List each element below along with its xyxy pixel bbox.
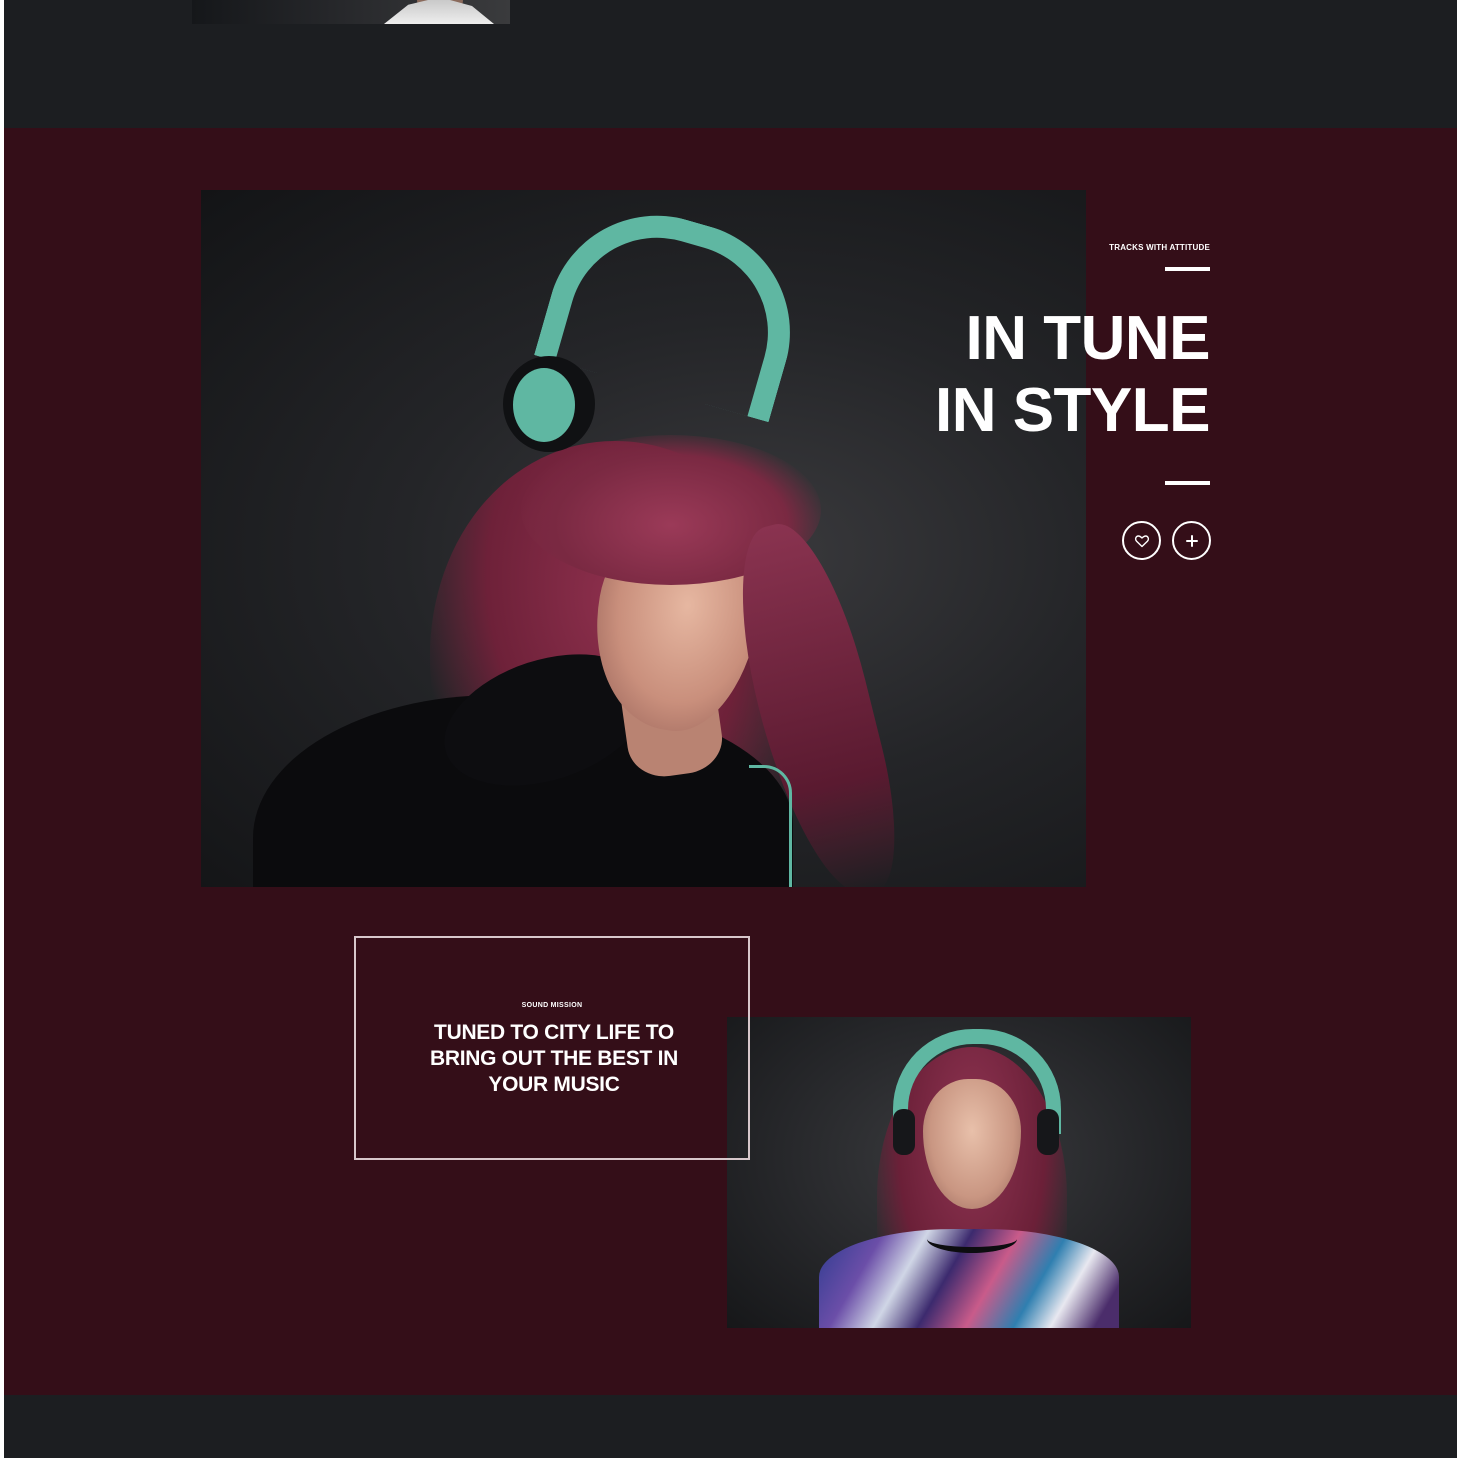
heart-icon bbox=[1134, 534, 1149, 547]
mission-label: SOUND MISSION bbox=[521, 1002, 583, 1009]
headline-line: IN TUNE bbox=[965, 304, 1211, 373]
hero-photo bbox=[201, 190, 1086, 887]
photo-detail bbox=[384, 0, 494, 24]
hero-eyebrow: TRACKS WITH ATTITUDE bbox=[1109, 243, 1210, 252]
headphones-cable bbox=[749, 765, 792, 887]
page: TRACKS WITH ATTITUDE IN TUNE IN STYLE SO… bbox=[4, 0, 1457, 1458]
headphones-cup bbox=[893, 1109, 915, 1155]
photo-detail bbox=[927, 1225, 1017, 1253]
headphones-cup bbox=[1037, 1109, 1059, 1155]
next-section bbox=[4, 1395, 1457, 1458]
hero-headline: IN TUNE IN STYLE bbox=[884, 303, 1211, 447]
plus-icon bbox=[1185, 534, 1198, 547]
portrait-photo bbox=[727, 1017, 1191, 1328]
mission-card: SOUND MISSION TUNED TO CITY LIFE TO BRIN… bbox=[354, 936, 750, 1160]
headline-line: IN STYLE bbox=[934, 376, 1211, 445]
divider bbox=[1165, 267, 1210, 271]
like-button[interactable] bbox=[1122, 521, 1161, 560]
headphones-band bbox=[893, 1029, 1061, 1134]
divider bbox=[1165, 481, 1210, 485]
previous-section-photo bbox=[192, 0, 510, 24]
mission-text: TUNED TO CITY LIFE TO BRING OUT THE BEST… bbox=[429, 1021, 679, 1096]
add-button[interactable] bbox=[1172, 521, 1211, 560]
headphones-cushion bbox=[513, 368, 575, 442]
